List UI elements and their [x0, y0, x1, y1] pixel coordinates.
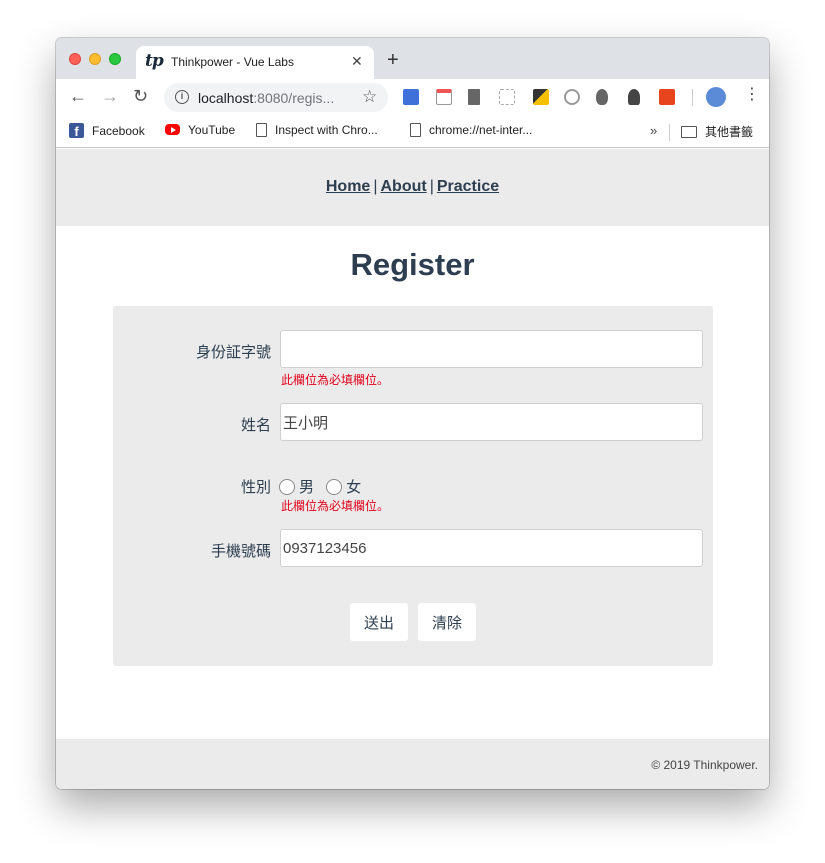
- nav-link-about[interactable]: About: [380, 178, 426, 195]
- bookmark-facebook[interactable]: f Facebook: [69, 123, 145, 138]
- tab-strip: tp Thinkpower - Vue Labs ✕ +: [56, 38, 769, 80]
- document-icon: [410, 123, 421, 137]
- bookmark-star-icon[interactable]: ☆: [362, 87, 377, 107]
- extension-window-icon[interactable]: [436, 89, 452, 105]
- phone-input[interactable]: [280, 529, 703, 567]
- url-host: localhost: [198, 90, 254, 106]
- gender-female-label[interactable]: 女: [346, 479, 361, 496]
- bookmark-label: chrome://net-inter...: [429, 123, 533, 137]
- page-title: Register: [350, 247, 475, 282]
- name-label: 姓名: [240, 417, 271, 434]
- bookmark-inspect[interactable]: Inspect with Chro...: [256, 123, 378, 137]
- page-content: Home | About | Practice Register 身份証字號 此欄位為必…: [56, 149, 769, 789]
- page-footer: © 2019 Thinkpower.: [56, 739, 769, 789]
- folder-icon: [681, 126, 697, 138]
- bookmark-label: Inspect with Chro...: [275, 123, 378, 137]
- tp-favicon-icon: tp: [145, 51, 164, 71]
- submit-button[interactable]: 送出: [350, 603, 408, 641]
- browser-window: tp Thinkpower - Vue Labs ✕ + ← → ↻ i loc…: [56, 38, 769, 789]
- extension-grid-icon[interactable]: [499, 89, 515, 105]
- id-number-label: 身份証字號: [195, 344, 271, 361]
- gender-error: 此欄位為必填欄位。: [281, 499, 390, 513]
- gender-female-radio[interactable]: [326, 479, 343, 495]
- bookmark-label: 其他書籤: [705, 125, 754, 139]
- more-menu-icon[interactable]: ⋮: [744, 87, 760, 103]
- info-icon[interactable]: i: [175, 90, 189, 104]
- forward-button[interactable]: →: [101, 87, 119, 105]
- gender-label: 性別: [240, 479, 271, 496]
- reload-button[interactable]: ↻: [133, 87, 148, 105]
- maximize-window-button[interactable]: [109, 53, 121, 65]
- facebook-icon: f: [69, 123, 84, 138]
- nav-link-home[interactable]: Home: [326, 178, 370, 195]
- id-number-error: 此欄位為必填欄位。: [281, 373, 390, 387]
- new-tab-button[interactable]: +: [387, 50, 399, 70]
- toolbar-divider: [692, 89, 693, 106]
- url-text[interactable]: localhost:8080/regis...: [198, 90, 334, 106]
- gender-radio-group: 男 女: [279, 476, 369, 497]
- address-bar[interactable]: i localhost:8080/regis... ☆: [164, 83, 388, 112]
- nav-separator: |: [429, 178, 434, 195]
- profile-avatar-icon[interactable]: [706, 87, 726, 107]
- clear-button[interactable]: 清除: [418, 603, 476, 641]
- extension-target-icon[interactable]: [564, 89, 580, 105]
- name-input[interactable]: [280, 403, 703, 441]
- browser-toolbar: ← → ↻ i localhost:8080/regis... ☆ ⋮: [56, 79, 769, 116]
- close-window-button[interactable]: [69, 53, 81, 65]
- extension-bookmark-icon[interactable]: [468, 89, 480, 105]
- bookmark-net-internals[interactable]: chrome://net-inter...: [410, 123, 532, 137]
- tab-active[interactable]: tp Thinkpower - Vue Labs ✕: [136, 46, 374, 80]
- bookmark-label: Facebook: [92, 124, 145, 138]
- extension-translate-icon[interactable]: [659, 89, 675, 105]
- id-number-input[interactable]: [280, 330, 703, 368]
- bookmarks-overflow-button[interactable]: »: [650, 123, 657, 138]
- tab-close-icon[interactable]: ✕: [351, 53, 363, 70]
- top-navigation: Home | About | Practice: [56, 149, 769, 226]
- extension-eyedropper-icon[interactable]: [533, 89, 549, 105]
- nav-link-practice[interactable]: Practice: [437, 178, 499, 195]
- phone-label: 手機號碼: [210, 543, 271, 560]
- back-button[interactable]: ←: [69, 87, 87, 105]
- bookmark-youtube[interactable]: YouTube: [165, 123, 235, 137]
- youtube-icon: [165, 124, 180, 135]
- bookmark-label: YouTube: [188, 123, 236, 137]
- tab-title: Thinkpower - Vue Labs: [171, 55, 294, 69]
- bookmarks-bar: f Facebook YouTube Inspect with Chro... c…: [56, 116, 769, 148]
- url-rest: :8080/regis...: [253, 90, 335, 106]
- extension-bug-icon[interactable]: [596, 89, 608, 105]
- extension-bulb-icon[interactable]: [628, 89, 640, 105]
- copyright-text: © 2019 Thinkpower.: [651, 758, 758, 772]
- gender-male-label[interactable]: 男: [299, 479, 314, 496]
- extension-calendar-icon[interactable]: [403, 89, 419, 105]
- bookmarks-divider: [669, 124, 670, 141]
- minimize-window-button[interactable]: [89, 53, 101, 65]
- gender-male-radio[interactable]: [279, 479, 295, 495]
- nav-separator: |: [373, 178, 378, 195]
- register-form: 身份証字號 此欄位為必填欄位。 姓名 性別 男 女 此欄位為必填欄位。 手機號碼…: [113, 306, 713, 666]
- document-icon: [256, 123, 267, 137]
- bookmark-other-folder[interactable]: 其他書籤: [681, 123, 753, 140]
